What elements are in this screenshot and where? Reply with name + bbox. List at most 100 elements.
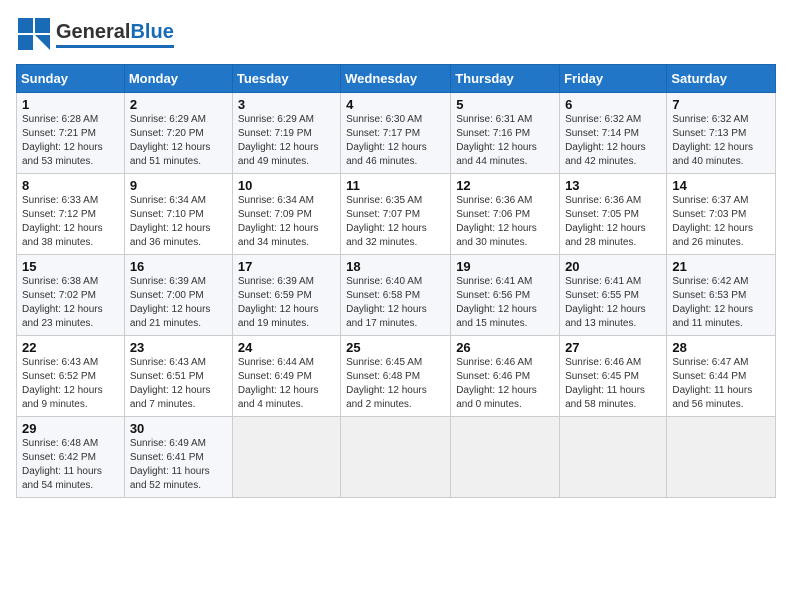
sunrise: Sunrise: 6:32 AM [565,113,661,127]
daylight: Daylight: 12 hours and 9 minutes. [22,384,119,412]
sunset: Sunset: 7:14 PM [565,127,661,141]
daylight: Daylight: 11 hours and 56 minutes. [672,384,770,412]
sunset: Sunset: 7:03 PM [672,208,770,222]
daylight: Daylight: 12 hours and 28 minutes. [565,222,661,250]
day-cell: 7Sunrise: 6:32 AMSunset: 7:13 PMDaylight… [667,93,776,174]
day-cell [232,417,340,498]
day-info: Sunrise: 6:46 AMSunset: 6:45 PMDaylight:… [565,356,661,412]
header-cell-friday: Friday [560,65,667,93]
day-info: Sunrise: 6:34 AMSunset: 7:09 PMDaylight:… [238,194,335,250]
day-cell: 16Sunrise: 6:39 AMSunset: 7:00 PMDayligh… [124,255,232,336]
sunrise: Sunrise: 6:42 AM [672,275,770,289]
daylight: Daylight: 12 hours and 26 minutes. [672,222,770,250]
day-cell [451,417,560,498]
day-info: Sunrise: 6:28 AMSunset: 7:21 PMDaylight:… [22,113,119,169]
sunset: Sunset: 6:56 PM [456,289,554,303]
day-cell: 14Sunrise: 6:37 AMSunset: 7:03 PMDayligh… [667,174,776,255]
daylight: Daylight: 12 hours and 49 minutes. [238,141,335,169]
daylight: Daylight: 12 hours and 17 minutes. [346,303,445,331]
sunrise: Sunrise: 6:49 AM [130,437,227,451]
sunset: Sunset: 7:19 PM [238,127,335,141]
daylight: Daylight: 12 hours and 32 minutes. [346,222,445,250]
daylight: Daylight: 12 hours and 34 minutes. [238,222,335,250]
sunset: Sunset: 7:09 PM [238,208,335,222]
week-row-4: 22Sunrise: 6:43 AMSunset: 6:52 PMDayligh… [17,336,776,417]
sunset: Sunset: 6:49 PM [238,370,335,384]
sunrise: Sunrise: 6:39 AM [130,275,227,289]
day-info: Sunrise: 6:31 AMSunset: 7:16 PMDaylight:… [456,113,554,169]
calendar-body: 1Sunrise: 6:28 AMSunset: 7:21 PMDaylight… [17,93,776,498]
day-info: Sunrise: 6:47 AMSunset: 6:44 PMDaylight:… [672,356,770,412]
day-number: 7 [672,97,770,112]
daylight: Daylight: 11 hours and 52 minutes. [130,465,227,493]
day-number: 8 [22,178,119,193]
day-info: Sunrise: 6:39 AMSunset: 7:00 PMDaylight:… [130,275,227,331]
sunset: Sunset: 6:52 PM [22,370,119,384]
sunset: Sunset: 6:48 PM [346,370,445,384]
day-info: Sunrise: 6:41 AMSunset: 6:56 PMDaylight:… [456,275,554,331]
daylight: Daylight: 12 hours and 23 minutes. [22,303,119,331]
daylight: Daylight: 12 hours and 44 minutes. [456,141,554,169]
sunset: Sunset: 6:51 PM [130,370,227,384]
sunrise: Sunrise: 6:37 AM [672,194,770,208]
day-info: Sunrise: 6:32 AMSunset: 7:14 PMDaylight:… [565,113,661,169]
day-info: Sunrise: 6:36 AMSunset: 7:06 PMDaylight:… [456,194,554,250]
week-row-1: 1Sunrise: 6:28 AMSunset: 7:21 PMDaylight… [17,93,776,174]
page-header: GeneralBlue [16,16,776,52]
daylight: Daylight: 11 hours and 58 minutes. [565,384,661,412]
sunset: Sunset: 7:12 PM [22,208,119,222]
day-info: Sunrise: 6:48 AMSunset: 6:42 PMDaylight:… [22,437,119,493]
day-cell: 26Sunrise: 6:46 AMSunset: 6:46 PMDayligh… [451,336,560,417]
day-number: 3 [238,97,335,112]
header-cell-wednesday: Wednesday [341,65,451,93]
day-cell: 12Sunrise: 6:36 AMSunset: 7:06 PMDayligh… [451,174,560,255]
day-cell: 23Sunrise: 6:43 AMSunset: 6:51 PMDayligh… [124,336,232,417]
sunrise: Sunrise: 6:28 AM [22,113,119,127]
day-cell: 25Sunrise: 6:45 AMSunset: 6:48 PMDayligh… [341,336,451,417]
sunset: Sunset: 6:44 PM [672,370,770,384]
week-row-3: 15Sunrise: 6:38 AMSunset: 7:02 PMDayligh… [17,255,776,336]
day-cell: 11Sunrise: 6:35 AMSunset: 7:07 PMDayligh… [341,174,451,255]
sunset: Sunset: 6:41 PM [130,451,227,465]
daylight: Daylight: 12 hours and 4 minutes. [238,384,335,412]
daylight: Daylight: 11 hours and 54 minutes. [22,465,119,493]
sunrise: Sunrise: 6:30 AM [346,113,445,127]
day-number: 11 [346,178,445,193]
day-number: 14 [672,178,770,193]
day-number: 16 [130,259,227,274]
day-cell: 18Sunrise: 6:40 AMSunset: 6:58 PMDayligh… [341,255,451,336]
day-number: 26 [456,340,554,355]
day-info: Sunrise: 6:49 AMSunset: 6:41 PMDaylight:… [130,437,227,493]
day-number: 13 [565,178,661,193]
header-cell-tuesday: Tuesday [232,65,340,93]
sunset: Sunset: 7:21 PM [22,127,119,141]
day-info: Sunrise: 6:39 AMSunset: 6:59 PMDaylight:… [238,275,335,331]
day-cell: 21Sunrise: 6:42 AMSunset: 6:53 PMDayligh… [667,255,776,336]
day-number: 19 [456,259,554,274]
daylight: Daylight: 12 hours and 2 minutes. [346,384,445,412]
day-number: 21 [672,259,770,274]
day-cell: 1Sunrise: 6:28 AMSunset: 7:21 PMDaylight… [17,93,125,174]
day-cell: 5Sunrise: 6:31 AMSunset: 7:16 PMDaylight… [451,93,560,174]
day-cell: 8Sunrise: 6:33 AMSunset: 7:12 PMDaylight… [17,174,125,255]
sunset: Sunset: 6:55 PM [565,289,661,303]
logo-icon [16,16,52,52]
sunrise: Sunrise: 6:29 AM [238,113,335,127]
sunset: Sunset: 6:45 PM [565,370,661,384]
day-number: 6 [565,97,661,112]
day-cell: 3Sunrise: 6:29 AMSunset: 7:19 PMDaylight… [232,93,340,174]
sunset: Sunset: 7:00 PM [130,289,227,303]
day-info: Sunrise: 6:40 AMSunset: 6:58 PMDaylight:… [346,275,445,331]
day-cell [341,417,451,498]
day-info: Sunrise: 6:30 AMSunset: 7:17 PMDaylight:… [346,113,445,169]
day-cell: 2Sunrise: 6:29 AMSunset: 7:20 PMDaylight… [124,93,232,174]
day-number: 18 [346,259,445,274]
day-info: Sunrise: 6:37 AMSunset: 7:03 PMDaylight:… [672,194,770,250]
daylight: Daylight: 12 hours and 21 minutes. [130,303,227,331]
day-number: 27 [565,340,661,355]
day-number: 4 [346,97,445,112]
sunrise: Sunrise: 6:35 AM [346,194,445,208]
day-info: Sunrise: 6:45 AMSunset: 6:48 PMDaylight:… [346,356,445,412]
sunrise: Sunrise: 6:31 AM [456,113,554,127]
day-number: 10 [238,178,335,193]
